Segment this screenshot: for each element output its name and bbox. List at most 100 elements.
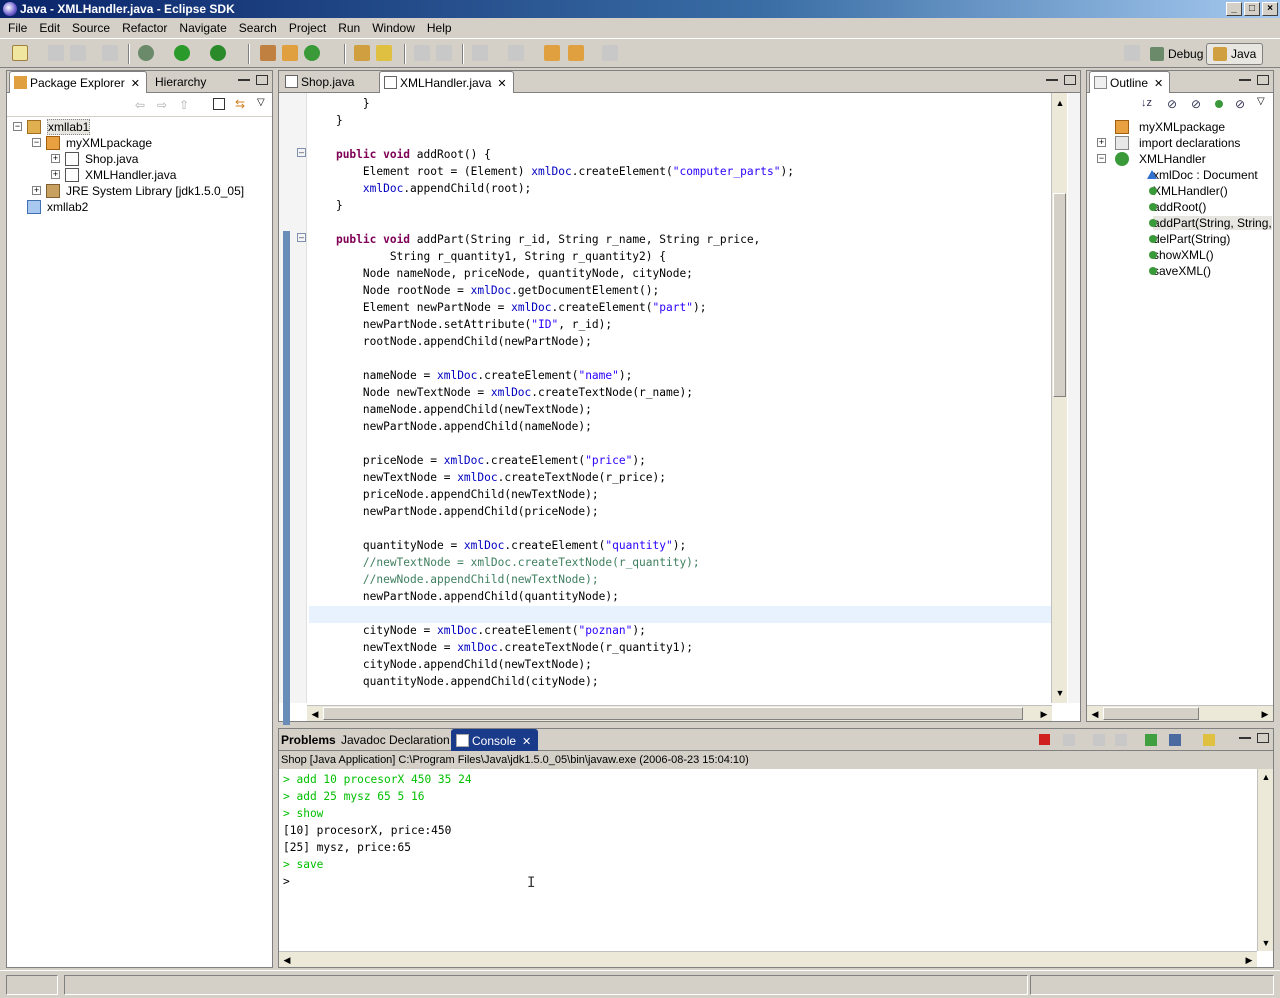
scroll-up-icon[interactable]: ▲ <box>1052 95 1068 111</box>
pin-console-icon[interactable] <box>1145 734 1157 746</box>
menu-item-search[interactable]: Search <box>233 21 283 35</box>
minimize-view-icon[interactable] <box>238 75 250 81</box>
tab-shop-java[interactable]: Shop.java <box>281 71 360 93</box>
collapse-all-icon[interactable] <box>213 98 225 110</box>
tab-xmlhandler-java[interactable]: XMLHandler.java ✕ <box>379 71 514 93</box>
tree-item-myxmlpackage[interactable]: − myXMLpackage <box>30 135 152 151</box>
tab-package-explorer[interactable]: Package Explorer ✕ <box>9 71 147 93</box>
minimize-view-icon[interactable] <box>1239 733 1251 739</box>
collapse-icon[interactable]: − <box>1097 154 1106 163</box>
debug-icon[interactable] <box>138 45 154 61</box>
view-menu-icon[interactable]: ▽ <box>257 97 265 108</box>
console-horizontal-scrollbar[interactable]: ◀ ▶ <box>279 951 1257 967</box>
scroll-up-icon[interactable]: ▲ <box>1258 769 1274 785</box>
tab-javadoc[interactable]: Javadoc <box>337 729 392 751</box>
menu-item-edit[interactable]: Edit <box>33 21 66 35</box>
maximize-view-icon[interactable] <box>1064 75 1076 85</box>
back-icon[interactable]: ⇦ <box>135 98 145 112</box>
previous-annotation-icon[interactable] <box>508 45 524 61</box>
save-all-icon[interactable] <box>70 45 86 61</box>
open-type-icon[interactable] <box>354 45 370 61</box>
scroll-lock-icon[interactable] <box>1115 734 1127 746</box>
search-icon[interactable] <box>376 45 392 61</box>
close-icon[interactable]: ✕ <box>497 78 506 90</box>
new-package-icon[interactable] <box>282 45 298 61</box>
minimize-button[interactable]: _ <box>1226 2 1242 16</box>
tree-item-xmlhandler-java[interactable]: + XMLHandler.java <box>49 167 176 183</box>
menu-item-help[interactable]: Help <box>421 21 458 35</box>
debug-perspective-button[interactable]: Debug <box>1144 43 1209 65</box>
new-java-project-icon[interactable] <box>260 45 276 61</box>
fast-view-bar[interactable] <box>6 975 58 995</box>
code-area[interactable]: } } public void addRoot() { Element root… <box>309 95 1050 703</box>
outline-item-xmlhandler[interactable]: XMLHandler() <box>1115 183 1228 199</box>
scroll-left-icon[interactable]: ◀ <box>307 706 323 722</box>
remove-launch-icon[interactable] <box>1063 734 1075 746</box>
link-with-editor-icon[interactable]: ⇆ <box>235 97 245 111</box>
menu-item-refactor[interactable]: Refactor <box>116 21 173 35</box>
hide-fields-icon[interactable]: ⊘ <box>1167 97 1177 111</box>
scroll-down-icon[interactable]: ▼ <box>1052 685 1068 701</box>
outline-horizontal-scrollbar[interactable]: ◀ ▶ <box>1087 705 1273 721</box>
tab-console[interactable]: Console ✕ <box>451 729 539 751</box>
run-icon[interactable] <box>174 45 190 61</box>
tab-outline[interactable]: Outline ✕ <box>1089 71 1171 93</box>
maximize-view-icon[interactable] <box>1257 75 1269 85</box>
outline-item-myxmlpackage[interactable]: myXMLpackage <box>1095 119 1225 135</box>
outline-item-addpart-string-string[interactable]: addPart(String, String, <box>1115 215 1272 231</box>
up-icon[interactable]: ⇧ <box>179 98 189 112</box>
expand-icon[interactable]: + <box>51 170 60 179</box>
scroll-left-icon[interactable]: ◀ <box>1087 706 1103 722</box>
show-whitespace-icon[interactable] <box>436 45 452 61</box>
expand-icon[interactable]: + <box>51 154 60 163</box>
scroll-right-icon[interactable]: ▶ <box>1036 706 1052 722</box>
open-console-icon[interactable] <box>1203 734 1215 746</box>
editor-vertical-scrollbar[interactable]: ▲ ▼ <box>1051 93 1067 703</box>
outline-item-savexml[interactable]: saveXML() <box>1115 263 1211 279</box>
clear-console-icon[interactable] <box>1093 734 1105 746</box>
close-icon[interactable]: ✕ <box>522 736 531 748</box>
fold-icon[interactable]: – <box>297 233 306 242</box>
tree-item-xmllab1[interactable]: − xmllab1 <box>11 119 91 135</box>
menu-item-project[interactable]: Project <box>283 21 332 35</box>
java-perspective-button[interactable]: Java <box>1206 43 1264 65</box>
forward-icon[interactable] <box>602 45 618 61</box>
menu-item-source[interactable]: Source <box>66 21 116 35</box>
scroll-thumb[interactable] <box>1053 193 1066 397</box>
tree-item-shop-java[interactable]: + Shop.java <box>49 151 138 167</box>
display-console-icon[interactable] <box>1169 734 1181 746</box>
minimize-view-icon[interactable] <box>1046 75 1058 81</box>
collapse-icon[interactable]: − <box>13 122 22 131</box>
forward-icon[interactable]: ⇨ <box>157 98 167 112</box>
scroll-thumb[interactable] <box>1103 707 1199 720</box>
fold-icon[interactable]: – <box>297 148 306 157</box>
new-icon[interactable] <box>12 45 28 61</box>
view-menu-icon[interactable]: ▽ <box>1257 96 1265 107</box>
scroll-down-icon[interactable]: ▼ <box>1258 935 1274 951</box>
scroll-left-icon[interactable]: ◀ <box>279 952 295 968</box>
collapse-icon[interactable]: − <box>32 138 41 147</box>
console-output[interactable]: > add 10 procesorX 450 35 24 > add 25 mys… <box>283 771 472 890</box>
console-vertical-scrollbar[interactable]: ▲ ▼ <box>1257 769 1273 951</box>
back-icon[interactable] <box>568 45 584 61</box>
save-icon[interactable] <box>48 45 64 61</box>
maximize-button[interactable]: □ <box>1244 2 1260 16</box>
toggle-mark-icon[interactable] <box>414 45 430 61</box>
close-icon[interactable]: ✕ <box>1154 78 1163 90</box>
tab-declaration[interactable]: Declaration <box>385 729 456 751</box>
next-annotation-icon[interactable] <box>472 45 488 61</box>
tab-hierarchy[interactable]: Hierarchy <box>137 71 212 93</box>
hide-static-icon[interactable]: ⊘ <box>1191 97 1201 111</box>
tree-item-jre-system-library-jdk1-5-0-05[interactable]: + JRE System Library [jdk1.5.0_05] <box>30 183 244 199</box>
maximize-view-icon[interactable] <box>1257 733 1269 743</box>
scroll-right-icon[interactable]: ▶ <box>1257 706 1273 722</box>
open-perspective-icon[interactable] <box>1124 45 1140 61</box>
outline-item-showxml[interactable]: showXML() <box>1115 247 1214 263</box>
scroll-right-icon[interactable]: ▶ <box>1241 952 1257 968</box>
menu-item-window[interactable]: Window <box>366 21 421 35</box>
outline-item-addroot[interactable]: addRoot() <box>1115 199 1206 215</box>
outline-item-import-declarations[interactable]: + import declarations <box>1095 135 1240 151</box>
print-icon[interactable] <box>102 45 118 61</box>
close-button[interactable]: × <box>1262 2 1278 16</box>
hide-nonpublic-icon[interactable] <box>1215 100 1223 108</box>
